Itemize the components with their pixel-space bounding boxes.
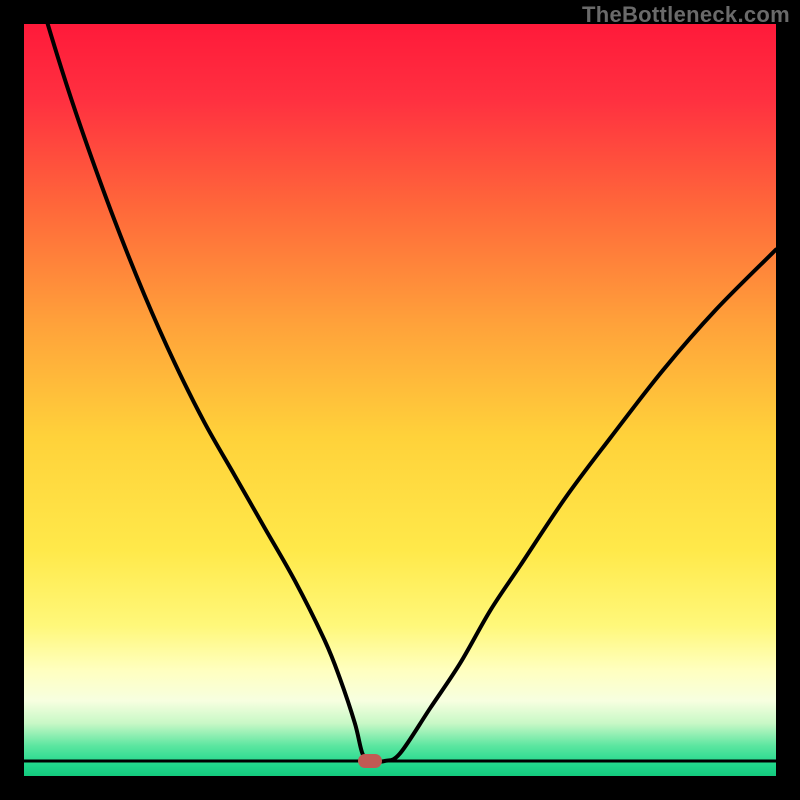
- plot-area: [24, 24, 776, 776]
- gradient-background: [24, 24, 776, 776]
- chart-frame: TheBottleneck.com: [0, 0, 800, 800]
- optimal-point-marker: [358, 754, 382, 768]
- chart-svg: [24, 24, 776, 776]
